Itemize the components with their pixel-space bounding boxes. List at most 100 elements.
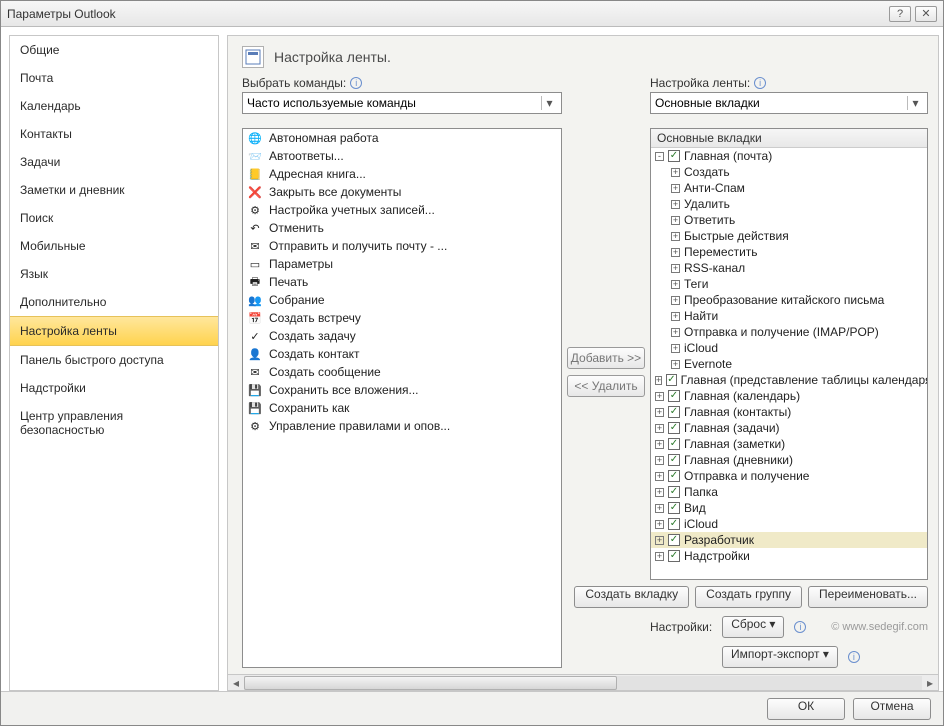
add-button[interactable]: Добавить >> xyxy=(567,347,645,369)
tree-node[interactable]: +Создать xyxy=(651,164,927,180)
sidebar-item[interactable]: Язык xyxy=(10,260,218,288)
sidebar-item[interactable]: Надстройки xyxy=(10,374,218,402)
checkbox[interactable]: ✓ xyxy=(668,422,680,434)
command-item[interactable]: 📅Создать встречу xyxy=(243,309,561,327)
expander-icon[interactable]: + xyxy=(671,232,680,241)
expander-icon[interactable]: + xyxy=(671,200,680,209)
ribbon-target-select[interactable]: Основные вкладки ▾ xyxy=(650,92,928,114)
sidebar-item[interactable]: Заметки и дневник xyxy=(10,176,218,204)
command-item[interactable]: 📨Автоответы... xyxy=(243,147,561,165)
reset-button[interactable]: Сброс ▾ xyxy=(722,616,784,638)
sidebar-item[interactable]: Поиск xyxy=(10,204,218,232)
ok-button[interactable]: ОК xyxy=(767,698,845,720)
scroll-thumb[interactable] xyxy=(244,676,617,690)
expander-icon[interactable]: + xyxy=(655,552,664,561)
checkbox[interactable]: ✓ xyxy=(668,150,680,162)
checkbox[interactable]: ✓ xyxy=(668,438,680,450)
checkbox[interactable]: ✓ xyxy=(668,406,680,418)
tree-node[interactable]: +Evernote xyxy=(651,356,927,372)
tree-node[interactable]: +Удалить xyxy=(651,196,927,212)
command-item[interactable]: ⚙Настройка учетных записей... xyxy=(243,201,561,219)
expander-icon[interactable]: + xyxy=(671,184,680,193)
expander-icon[interactable]: + xyxy=(671,168,680,177)
scroll-right-icon[interactable]: ▸ xyxy=(922,676,938,690)
tree-node[interactable]: +✓Главная (заметки) xyxy=(651,436,927,452)
tree-node[interactable]: +✓iCloud xyxy=(651,516,927,532)
horizontal-scrollbar[interactable]: ◂ ▸ xyxy=(228,674,938,690)
checkbox[interactable]: ✓ xyxy=(668,454,680,466)
expander-icon[interactable]: + xyxy=(655,520,664,529)
scroll-left-icon[interactable]: ◂ xyxy=(228,676,244,690)
tree-node[interactable]: +Теги xyxy=(651,276,927,292)
expander-icon[interactable]: + xyxy=(671,216,680,225)
command-item[interactable]: 👤Создать контакт xyxy=(243,345,561,363)
expander-icon[interactable]: + xyxy=(655,408,664,417)
expander-icon[interactable]: + xyxy=(671,328,680,337)
info-icon[interactable]: i xyxy=(848,651,860,663)
scroll-track[interactable] xyxy=(244,676,922,690)
expander-icon[interactable]: + xyxy=(671,312,680,321)
ribbon-tree[interactable]: Основные вкладки -✓Главная (почта)+Созда… xyxy=(650,128,928,580)
tree-node[interactable]: +✓Разработчик xyxy=(651,532,927,548)
close-button[interactable]: ✕ xyxy=(915,6,937,22)
checkbox[interactable]: ✓ xyxy=(668,390,680,402)
sidebar-item[interactable]: Календарь xyxy=(10,92,218,120)
expander-icon[interactable]: + xyxy=(655,472,664,481)
command-item[interactable]: ✉Создать сообщение xyxy=(243,363,561,381)
sidebar-item[interactable]: Общие xyxy=(10,36,218,64)
tree-node[interactable]: -✓Главная (почта) xyxy=(651,148,927,164)
command-item[interactable]: ❌Закрыть все документы xyxy=(243,183,561,201)
tree-node[interactable]: +✓Вид xyxy=(651,500,927,516)
tree-node[interactable]: +Найти xyxy=(651,308,927,324)
expander-icon[interactable]: + xyxy=(671,296,680,305)
command-item[interactable]: ▭Параметры xyxy=(243,255,561,273)
tree-node[interactable]: +Переместить xyxy=(651,244,927,260)
command-item[interactable]: 📒Адресная книга... xyxy=(243,165,561,183)
new-tab-button[interactable]: Создать вкладку xyxy=(574,586,689,608)
checkbox[interactable]: ✓ xyxy=(668,518,680,530)
tree-node[interactable]: +RSS-канал xyxy=(651,260,927,276)
sidebar-item[interactable]: Задачи xyxy=(10,148,218,176)
command-item[interactable]: ✉Отправить и получить почту - ... xyxy=(243,237,561,255)
expander-icon[interactable]: + xyxy=(655,504,664,513)
checkbox[interactable]: ✓ xyxy=(668,502,680,514)
tree-node[interactable]: +Отправка и получение (IMAP/POP) xyxy=(651,324,927,340)
commands-source-select[interactable]: Часто используемые команды ▾ xyxy=(242,92,562,114)
tree-node[interactable]: +✓Главная (календарь) xyxy=(651,388,927,404)
checkbox[interactable]: ✓ xyxy=(666,374,676,386)
sidebar-item[interactable]: Почта xyxy=(10,64,218,92)
cancel-button[interactable]: Отмена xyxy=(853,698,931,720)
tree-node[interactable]: +iCloud xyxy=(651,340,927,356)
tree-node[interactable]: +Анти-Спам xyxy=(651,180,927,196)
rename-button[interactable]: Переименовать... xyxy=(808,586,928,608)
tree-node[interactable]: +Ответить xyxy=(651,212,927,228)
command-item[interactable]: 🖶Печать xyxy=(243,273,561,291)
expander-icon[interactable]: + xyxy=(655,488,664,497)
tree-node[interactable]: +✓Главная (задачи) xyxy=(651,420,927,436)
checkbox[interactable]: ✓ xyxy=(668,550,680,562)
expander-icon[interactable]: + xyxy=(655,440,664,449)
expander-icon[interactable]: + xyxy=(671,344,680,353)
import-export-button[interactable]: Импорт-экспорт ▾ xyxy=(722,646,838,668)
remove-button[interactable]: << Удалить xyxy=(567,375,645,397)
sidebar-item[interactable]: Центр управления безопасностью xyxy=(10,402,218,444)
tree-node[interactable]: +Преобразование китайского письма xyxy=(651,292,927,308)
sidebar-item[interactable]: Контакты xyxy=(10,120,218,148)
command-item[interactable]: 💾Сохранить все вложения... xyxy=(243,381,561,399)
expander-icon[interactable]: + xyxy=(655,536,664,545)
expander-icon[interactable]: + xyxy=(671,360,680,369)
info-icon[interactable]: i xyxy=(350,77,362,89)
expander-icon[interactable]: - xyxy=(655,152,664,161)
expander-icon[interactable]: + xyxy=(655,456,664,465)
expander-icon[interactable]: + xyxy=(671,280,680,289)
tree-node[interactable]: +✓Главная (дневники) xyxy=(651,452,927,468)
command-item[interactable]: 💾Сохранить как xyxy=(243,399,561,417)
command-item[interactable]: ↶Отменить xyxy=(243,219,561,237)
expander-icon[interactable]: + xyxy=(655,392,664,401)
command-item[interactable]: 👥Собрание xyxy=(243,291,561,309)
expander-icon[interactable]: + xyxy=(655,424,664,433)
checkbox[interactable]: ✓ xyxy=(668,486,680,498)
command-item[interactable]: ⚙Управление правилами и опов... xyxy=(243,417,561,435)
checkbox[interactable]: ✓ xyxy=(668,534,680,546)
tree-node[interactable]: +Быстрые действия xyxy=(651,228,927,244)
